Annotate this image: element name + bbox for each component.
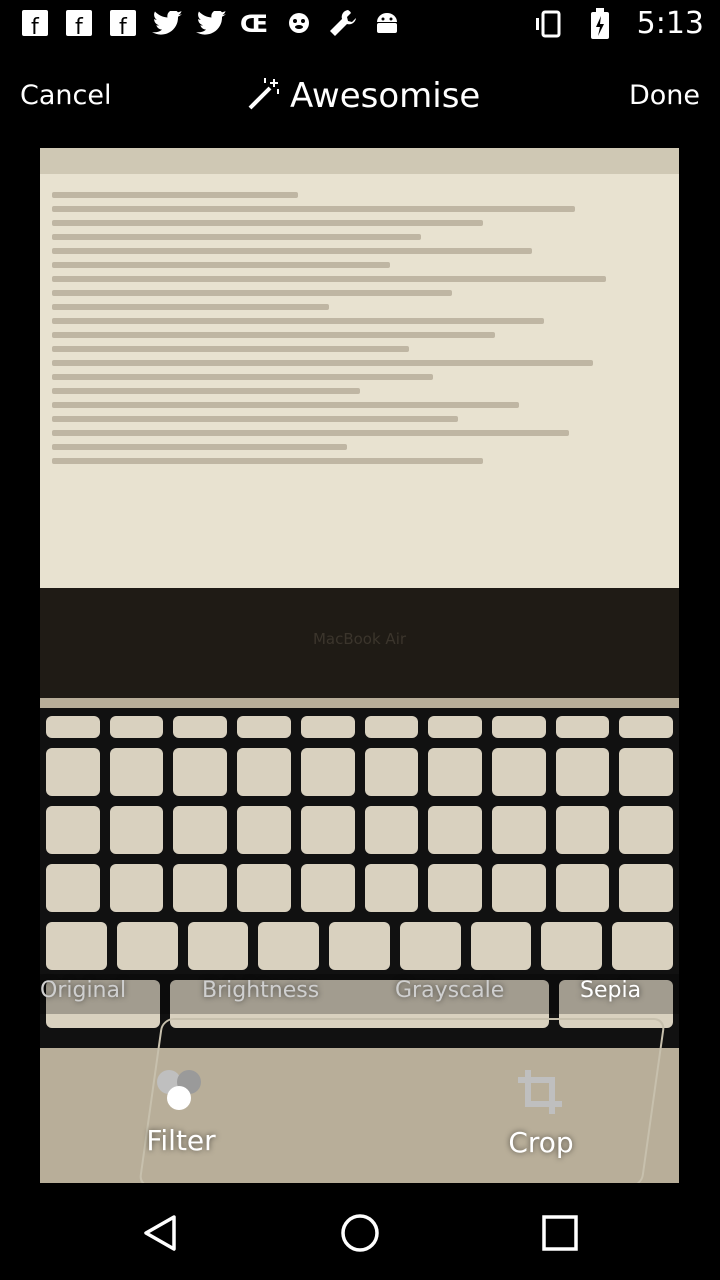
back-button[interactable] [135,1210,185,1260]
wrench-icon [328,8,358,38]
crop-icon [516,1068,566,1120]
facebook-icon: f [108,8,138,38]
crop-button[interactable]: Crop [451,1068,631,1159]
filter-brightness[interactable]: Brightness [202,978,319,1003]
android-icon [372,8,402,38]
done-button[interactable]: Done [629,80,700,111]
action-bar: Cancel Awesomise Done [0,60,720,140]
home-button[interactable] [335,1210,385,1260]
filter-sepia[interactable]: Sepia [580,978,641,1003]
home-icon [340,1213,380,1257]
svg-text:f: f [31,15,40,36]
twitter-icon [152,8,182,38]
monkey-icon [284,8,314,38]
navigation-bar [0,1184,720,1280]
svg-text:f: f [75,15,84,36]
svg-text:Œ: Œ [240,10,268,36]
clock: 5:13 [636,6,704,41]
screen-title: Awesomise [246,76,480,116]
cancel-button[interactable]: Cancel [20,80,111,111]
filter-strip: Original Brightness Grayscale Sepia [40,974,679,1014]
photo-laptop-screen [40,148,679,588]
filter-icon [155,1068,207,1118]
status-bar: f f f Œ 5:13 [0,0,720,48]
filter-button[interactable]: Filter [91,1068,271,1157]
recents-icon [540,1213,580,1257]
svg-text:f: f [119,15,128,36]
recents-button[interactable] [535,1210,585,1260]
filter-original[interactable]: Original [40,978,126,1003]
photo-preview: MacBook Air Original Brightness Grayscal… [40,148,679,1183]
photo-screen-toolbar [40,148,679,174]
facebook-icon: f [64,8,94,38]
photo-brand-text: MacBook Air [312,630,407,648]
title-text: Awesomise [290,76,481,116]
vibrate-icon [533,9,563,39]
filter-label: Filter [146,1124,216,1157]
twitter-icon [196,8,226,38]
magic-wand-icon [246,76,282,116]
photo-screen-content [52,184,667,472]
notification-icons: f f f Œ [20,8,402,38]
battery-charging-icon [585,8,615,39]
facebook-icon: f [20,8,50,38]
back-icon [140,1213,180,1257]
tool-bar: Filter Crop [40,1068,679,1178]
ce-icon: Œ [240,8,270,38]
crop-label: Crop [508,1126,574,1159]
filter-grayscale[interactable]: Grayscale [395,978,504,1003]
